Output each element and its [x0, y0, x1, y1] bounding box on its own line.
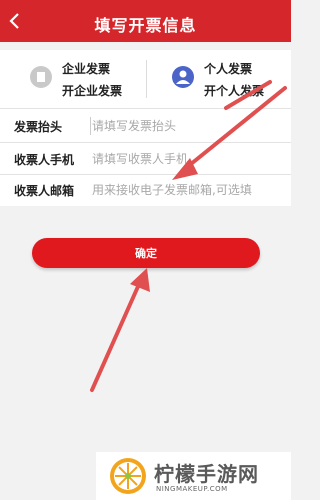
watermark: 柠檬手游网 NINGMAKEUP.COM [96, 452, 291, 500]
company-invoice-sub: 开企业发票 [62, 84, 123, 98]
personal-invoice-sub: 开个人发票 [204, 84, 265, 98]
header-bar: 填写开票信息 [0, 0, 291, 42]
watermark-url: NINGMAKEUP.COM [156, 485, 228, 493]
field-separator [90, 117, 91, 135]
phone-input[interactable] [92, 149, 274, 169]
annotation-arrow-icon [90, 268, 150, 392]
email-input[interactable] [92, 180, 274, 200]
lemon-logo-icon [110, 458, 146, 494]
form-row-invoice-title: 发票抬头 [0, 110, 291, 142]
page-title: 填写开票信息 [94, 16, 197, 35]
invoice-form: 发票抬头 收票人手机 收票人邮箱 [0, 108, 291, 206]
invoice-type-selector: 企业发票 开企业发票 个人发票 开个人发票 [0, 50, 291, 108]
personal-invoice-label: 个人发票 [204, 62, 253, 76]
type-divider [146, 60, 147, 98]
email-label: 收票人邮箱 [14, 184, 75, 198]
form-row-phone: 收票人手机 [0, 143, 291, 175]
invoice-title-label: 发票抬头 [14, 120, 63, 134]
person-icon [172, 66, 194, 88]
watermark-name: 柠檬手游网 [154, 462, 259, 486]
company-invoice-label: 企业发票 [62, 62, 111, 76]
phone-label: 收票人手机 [14, 153, 75, 167]
form-row-email: 收票人邮箱 [0, 174, 291, 206]
invoice-title-input[interactable] [92, 116, 274, 136]
company-doc-icon [30, 66, 52, 88]
confirm-button[interactable]: 确定 [32, 238, 260, 268]
form-divider [0, 108, 291, 109]
